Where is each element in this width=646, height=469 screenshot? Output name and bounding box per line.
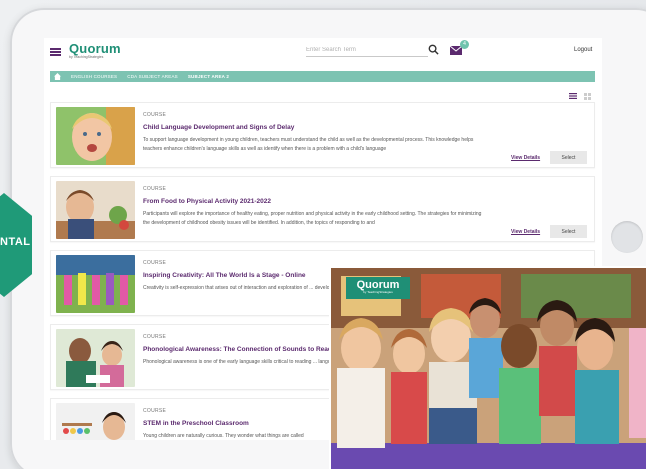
- breadcrumb-current: SUBJECT AREA 2: [187, 74, 230, 79]
- overlay-logo-subtitle: by TeachingStrategies: [363, 290, 393, 294]
- tablet-home-button[interactable]: [611, 221, 643, 253]
- logo-name: Quorum: [69, 41, 121, 56]
- course-card: COURSE From Food to Physical Activity 20…: [50, 176, 595, 242]
- list-view-icon[interactable]: [569, 93, 577, 99]
- course-thumbnail[interactable]: [56, 181, 135, 239]
- course-thumbnail[interactable]: [56, 107, 135, 165]
- breadcrumb: ENGLISH COURSES CDA SUBJECT AREAS SUBJEC…: [50, 71, 595, 82]
- course-description: Participants will explore the importance…: [143, 211, 482, 226]
- course-thumbnail[interactable]: [56, 403, 135, 440]
- course-thumbnail[interactable]: [56, 329, 135, 387]
- breadcrumb-item[interactable]: CDA SUBJECT AREAS: [127, 74, 178, 79]
- grid-view-icon[interactable]: [584, 93, 591, 100]
- logout-link[interactable]: Logout: [574, 47, 592, 53]
- course-title[interactable]: Phonological Awareness: The Connection o…: [143, 346, 342, 353]
- hamburger-menu-icon[interactable]: [50, 48, 61, 56]
- course-kind: COURSE: [143, 408, 167, 414]
- course-kind: COURSE: [143, 334, 167, 340]
- promo-photo: Quorum by TeachingStrategies: [331, 268, 646, 469]
- select-button[interactable]: Select: [550, 151, 587, 164]
- course-kind: COURSE: [143, 112, 167, 118]
- course-title[interactable]: From Food to Physical Activity 2021-2022: [143, 198, 271, 205]
- quorum-logo[interactable]: Quorum by TeachingStrategies: [69, 41, 121, 59]
- search-input[interactable]: [306, 44, 428, 57]
- breadcrumb-item[interactable]: ENGLISH COURSES: [71, 74, 117, 79]
- course-description: To support language development in young…: [143, 137, 474, 152]
- view-details-link[interactable]: View Details: [511, 155, 540, 161]
- course-title[interactable]: Child Language Development and Signs of …: [143, 124, 294, 131]
- course-title[interactable]: Inspiring Creativity: All The World Is a…: [143, 272, 306, 279]
- side-badge-text: NTAL: [0, 236, 31, 248]
- view-details-link[interactable]: View Details: [511, 229, 540, 235]
- overlay-logo: Quorum by TeachingStrategies: [346, 277, 410, 299]
- course-title[interactable]: STEM in the Preschool Classroom: [143, 420, 249, 427]
- home-icon[interactable]: [54, 73, 61, 80]
- search-icon[interactable]: [428, 44, 439, 55]
- course-kind: COURSE: [143, 186, 167, 192]
- mail-count-badge: 4: [460, 40, 469, 49]
- course-thumbnail[interactable]: [56, 255, 135, 313]
- course-kind: COURSE: [143, 260, 167, 266]
- select-button[interactable]: Select: [550, 225, 587, 238]
- course-card: COURSE Child Language Development and Si…: [50, 102, 595, 168]
- top-bar: Quorum by TeachingStrategies 4 Logout: [44, 38, 602, 66]
